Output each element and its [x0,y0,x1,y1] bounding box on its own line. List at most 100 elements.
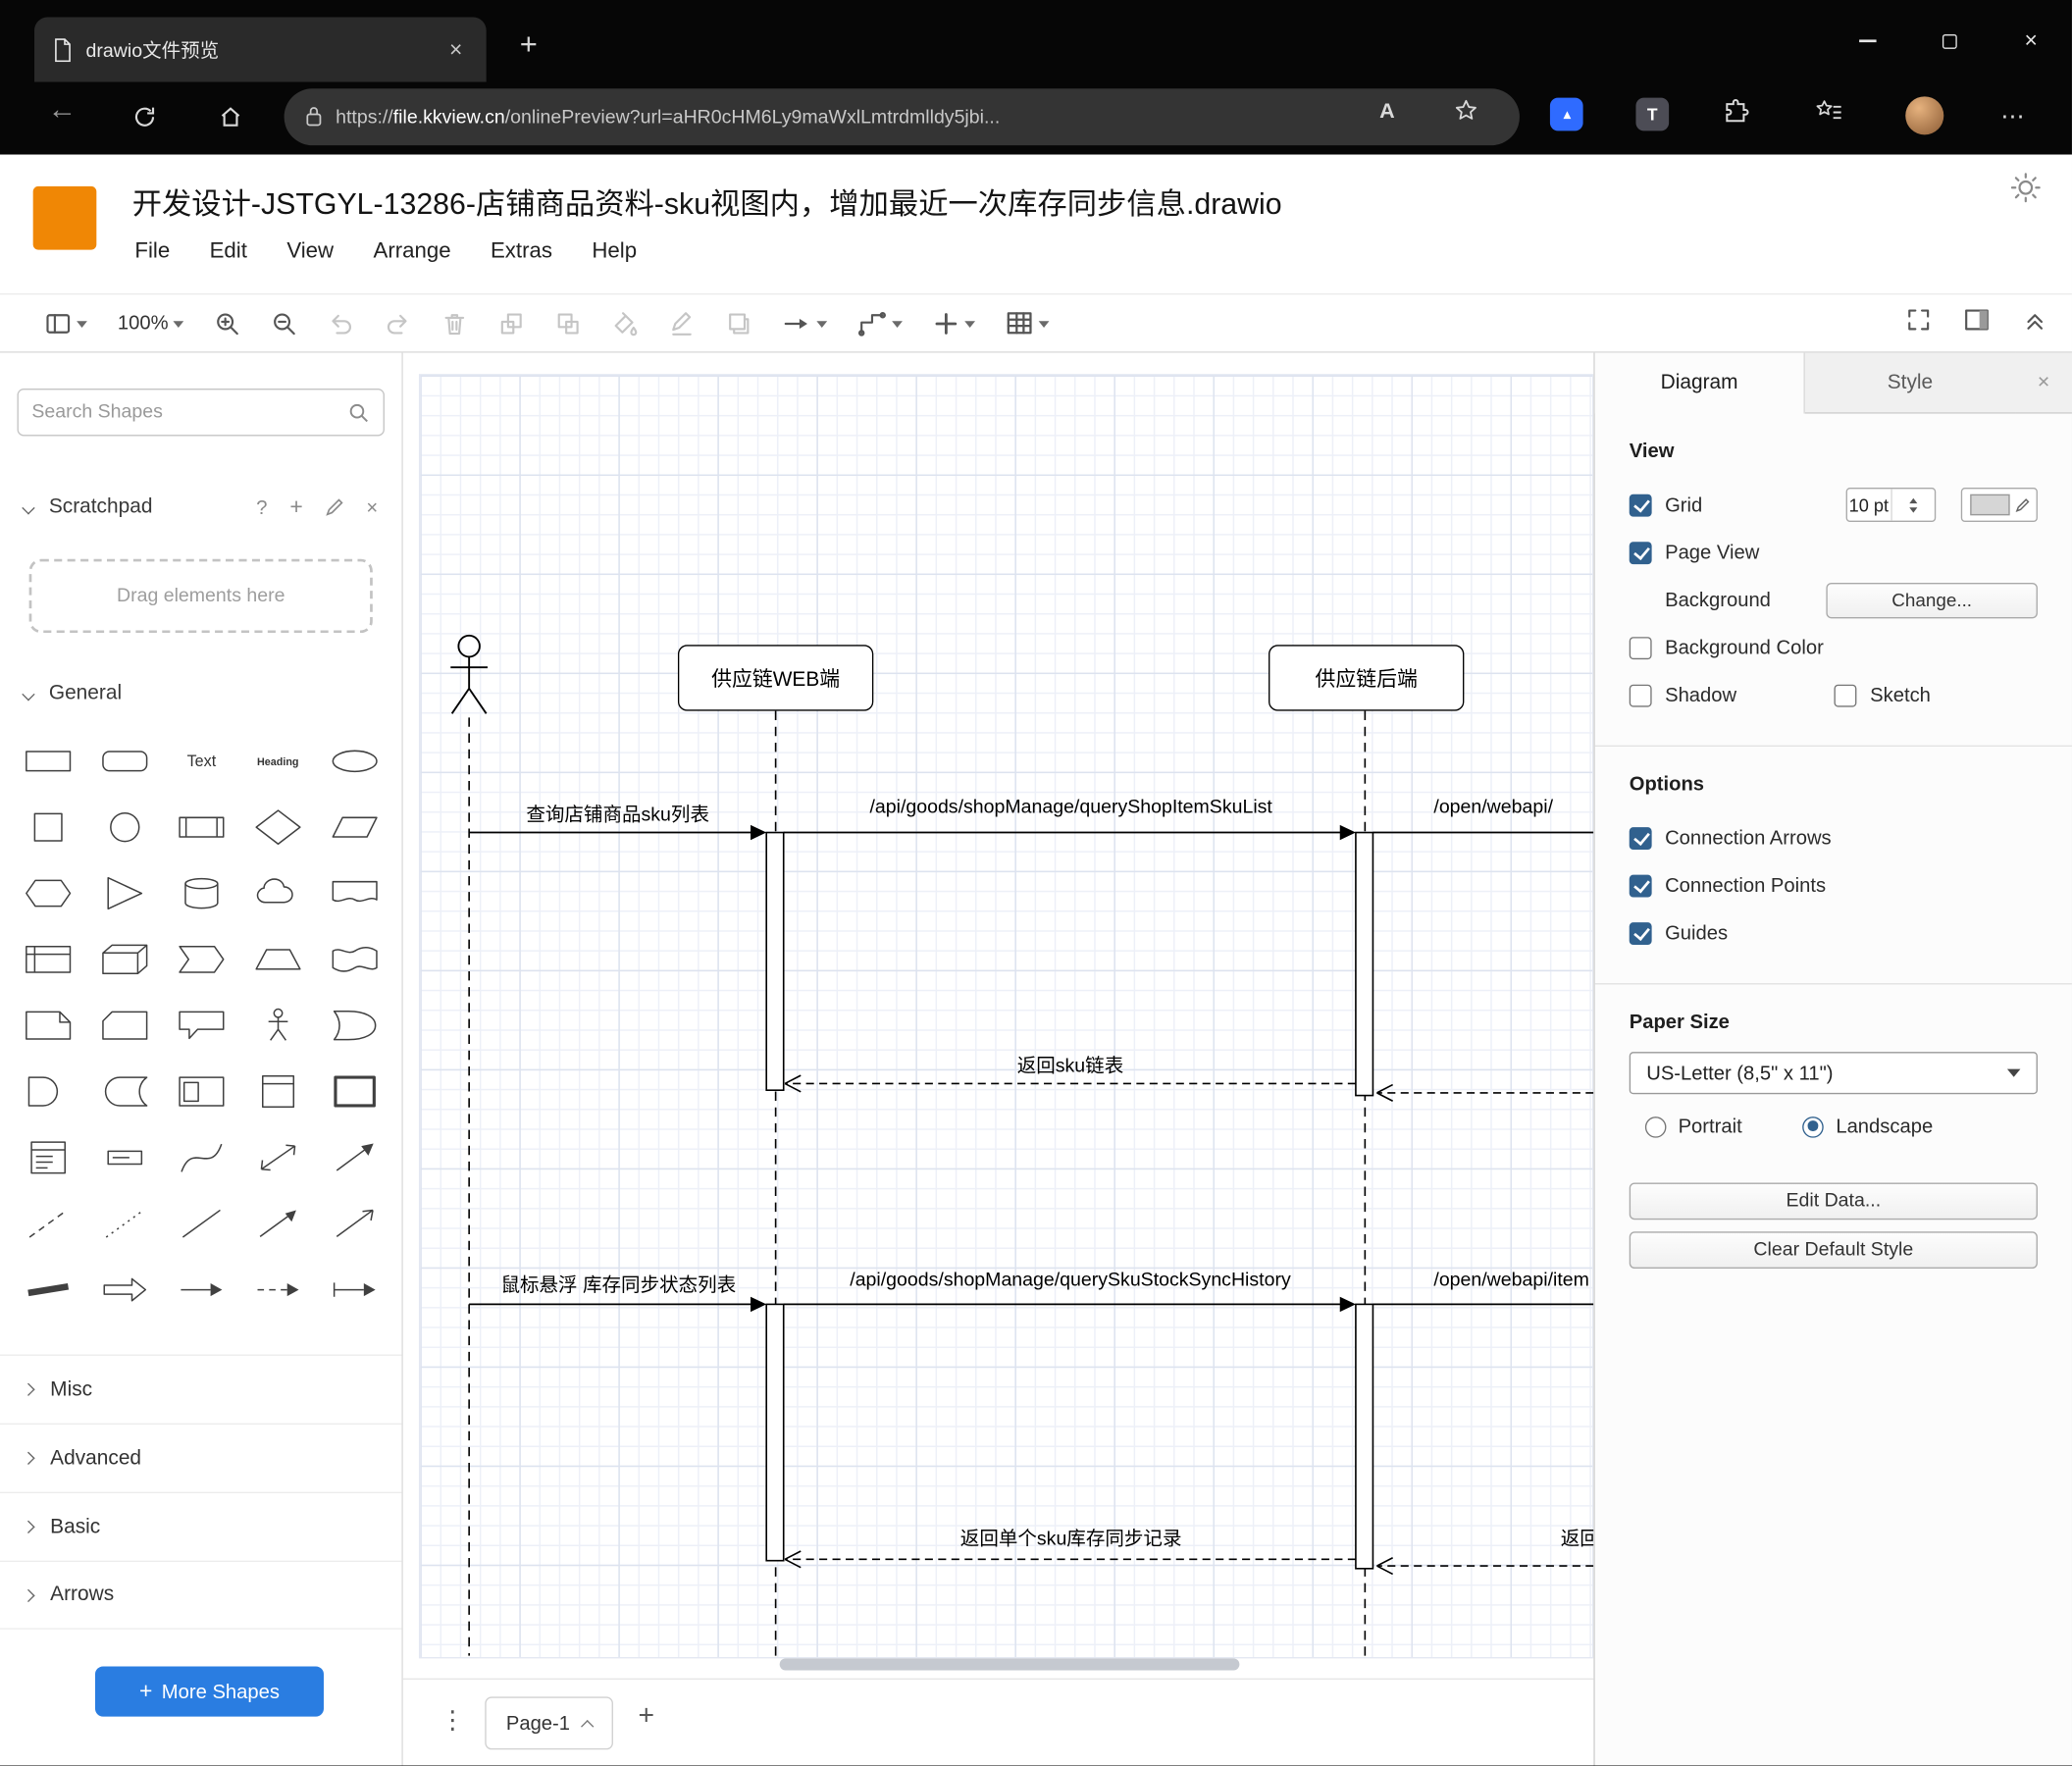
shape-note[interactable] [11,993,87,1059]
menu-edit[interactable]: Edit [210,239,247,265]
window-maximize-button[interactable] [1908,0,1991,82]
shape-connector[interactable] [163,1257,239,1323]
refresh-button[interactable] [132,104,158,135]
extension-blue-icon[interactable] [1549,97,1583,131]
view-panels-button[interactable] [45,310,87,337]
shape-cylinder[interactable] [163,860,239,926]
shape-square[interactable] [11,794,87,859]
tab-style[interactable]: Style [1804,352,2016,414]
shadow-checkbox[interactable] [1629,684,1652,706]
menu-file[interactable]: File [134,239,170,265]
diagram-canvas[interactable]: 供应链WEB端 供应链后端 查询店铺商品sku列表 /api/goods/sho… [402,352,1594,1679]
undo-button[interactable] [329,310,355,337]
menu-arrange[interactable]: Arrange [373,239,450,265]
grid-checkbox[interactable] [1629,493,1652,516]
scratchpad-help-icon[interactable]: ? [256,496,267,519]
message-label-return-sku-list[interactable]: 返回sku链表 [932,1051,1210,1078]
address-bar[interactable]: https://file.kkview.cn/onlinePreview?url… [284,88,1520,146]
profile-avatar[interactable] [1905,96,1944,135]
shape-arrow-shape[interactable] [87,1257,164,1323]
to-back-button[interactable] [555,310,582,337]
connection-points-checkbox[interactable] [1629,873,1652,897]
window-minimize-button[interactable] [1826,0,1908,82]
zoom-out-button[interactable] [272,310,298,337]
shape-vertical-container[interactable] [239,1059,316,1124]
landscape-option[interactable]: Landscape [1802,1116,1933,1138]
menu-extras[interactable]: Extras [491,239,552,265]
shape-cube[interactable] [87,926,164,992]
section-general[interactable]: General [0,671,401,716]
fullscreen-button[interactable] [1905,306,1932,339]
shape-frame[interactable] [316,1059,392,1124]
connection-arrows-checkbox[interactable] [1629,826,1652,850]
message-label-return-single-sku-sync[interactable]: 返回单个sku库存同步记录 [903,1524,1239,1551]
shape-trapezoid[interactable] [239,926,316,992]
lifeline-web[interactable]: 供应链WEB端 [677,645,874,711]
message-label-open-webapi-1[interactable]: /open/webapi/ [1433,797,1553,818]
section-misc[interactable]: Misc [0,1354,402,1424]
tab-diagram[interactable]: Diagram [1594,352,1805,414]
guides-checkbox[interactable] [1629,921,1652,945]
connection-button[interactable] [783,310,828,337]
shape-ellipse[interactable] [316,728,392,794]
page-tab[interactable]: Page-1 [485,1696,614,1750]
scratchpad-header[interactable]: Scratchpad ? + × [0,485,401,530]
zoom-level-button[interactable]: 100% [118,312,184,335]
change-background-button[interactable]: Change... [1826,582,2038,618]
message-label-open-webapi-2[interactable]: /open/webapi/item [1433,1270,1589,1291]
grid-color-button[interactable] [1960,488,2038,523]
clear-default-style-button[interactable]: Clear Default Style [1629,1231,2038,1270]
message-label-api-query-sku-stock-sync-history[interactable]: /api/goods/shopManage/querySkuStockSyncH… [794,1270,1346,1291]
landscape-radio[interactable] [1802,1116,1825,1138]
message-label-return-partial[interactable]: 返回 [1561,1524,1594,1551]
shape-parallelogram[interactable] [316,794,392,859]
edit-data-button[interactable]: Edit Data... [1629,1182,2038,1221]
insert-button[interactable] [933,310,976,337]
shape-data-storage[interactable] [87,1059,164,1124]
format-panel-button[interactable] [1963,306,1990,339]
background-color-checkbox[interactable] [1629,636,1652,659]
shape-cloud[interactable] [239,860,316,926]
paper-size-select[interactable]: US-Letter (8,5" x 11") [1629,1052,2038,1095]
extensions-puzzle-icon[interactable] [1722,98,1749,132]
favorites-bar-icon[interactable] [1814,98,1843,131]
portrait-radio[interactable] [1644,1116,1667,1138]
home-button[interactable] [218,104,243,135]
shape-textbox[interactable]: Heading [239,728,316,794]
shape-connector-with-bar[interactable] [316,1257,392,1323]
shape-card[interactable] [87,993,164,1059]
new-tab-button[interactable]: + [509,26,548,62]
portrait-option[interactable]: Portrait [1644,1116,1742,1138]
horizontal-scrollbar[interactable] [779,1658,1240,1671]
lifeline-backend[interactable]: 供应链后端 [1269,645,1465,711]
shape-circle[interactable] [87,794,164,859]
browser-menu-icon[interactable]: ⋯ [2000,103,2024,130]
search-shapes-box[interactable] [17,388,385,437]
shape-text[interactable]: Text [163,728,239,794]
scratchpad-close-icon[interactable]: × [366,496,378,519]
table-button[interactable] [1006,309,1050,337]
shape-line[interactable] [163,1191,239,1257]
scratchpad-add-icon[interactable]: + [289,494,302,521]
shape-step[interactable] [163,926,239,992]
favorite-star-icon[interactable] [1454,98,1479,130]
shape-curve[interactable] [163,1124,239,1190]
window-close-button[interactable]: × [1990,0,2072,82]
shape-hexagon[interactable] [11,860,87,926]
shape-internal-storage[interactable] [11,926,87,992]
shape-dotted-line[interactable] [87,1191,164,1257]
message-label-query-sku-list[interactable]: 查询店铺商品sku列表 [476,800,760,827]
shape-container[interactable] [163,1059,239,1124]
shape-list-item[interactable] [87,1124,164,1190]
shape-rounded-rectangle[interactable] [87,728,164,794]
panel-close-icon[interactable]: × [2015,352,2072,414]
tab-close-icon[interactable]: × [444,36,468,63]
line-color-button[interactable] [669,310,696,337]
shape-bidirectional-arrow[interactable] [239,1124,316,1190]
section-advanced[interactable]: Advanced [0,1423,402,1492]
message-label-hover-stock-sync[interactable]: 鼠标悬浮 库存同步状态列表 [453,1270,784,1297]
add-page-button[interactable]: + [639,1700,655,1732]
search-input[interactable] [31,401,348,424]
back-button[interactable]: ← [47,92,77,127]
shape-and[interactable] [11,1059,87,1124]
